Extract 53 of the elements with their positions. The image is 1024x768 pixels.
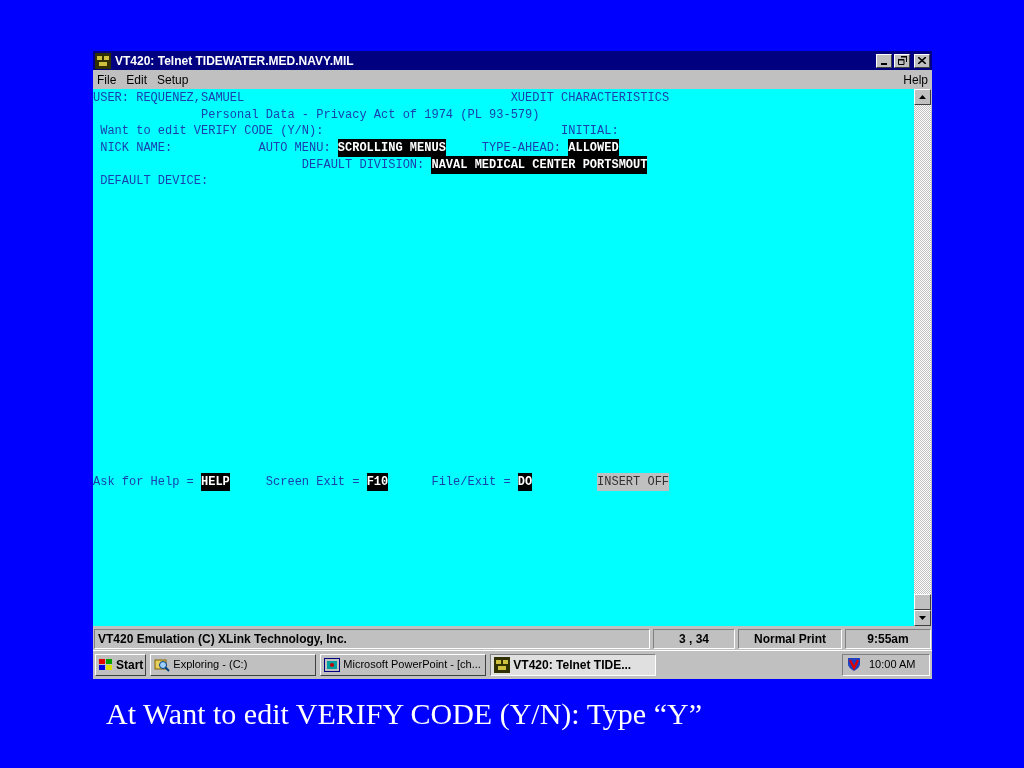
minimize-icon: [881, 62, 887, 65]
status-field: Normal Print: [738, 629, 842, 649]
menu-item[interactable]: Setup: [157, 70, 189, 89]
terminal-text: NICK NAME:: [100, 140, 173, 158]
status-field: VT420 Emulation (C) XLink Technology, Inc.: [94, 629, 650, 649]
terminal-text: File/Exit =: [431, 473, 511, 491]
terminal-text: INITIAL:: [561, 123, 619, 141]
terminal-text: Personal Data - Privacy Act of 1974 (PL 93-579): [201, 106, 540, 124]
clock: 10:00 AM: [869, 657, 916, 673]
scroll-thumb[interactable]: [914, 594, 931, 610]
terminal-text: HELP: [201, 472, 230, 491]
scroll-down-button[interactable]: [914, 610, 931, 626]
terminal-text: TYPE-AHEAD:: [481, 140, 562, 158]
restore-button[interactable]: [894, 53, 910, 68]
terminal-text: ALLOWED: [568, 139, 619, 158]
status-field: 9:55am: [845, 629, 931, 649]
terminal-text: USER: REQUENEZ,SAMUEL: [93, 90, 245, 108]
terminal-text: Want to edit VERIFY CODE (Y/N):: [100, 123, 324, 141]
terminal-text: DEFAULT DEVICE:: [100, 173, 209, 191]
terminal-text: XUEDIT CHARACTERISTICS: [510, 90, 670, 108]
start-button[interactable]: Start: [95, 653, 147, 676]
magnifier-folder-icon: [154, 656, 171, 673]
terminal-text: Ask for Help =: [93, 473, 194, 491]
close-button[interactable]: [914, 53, 930, 68]
presentation-icon: [324, 657, 341, 672]
status-field: 3 , 34: [653, 629, 735, 649]
taskbar-button[interactable]: VT420: Telnet TIDE...: [490, 653, 657, 676]
window-title: VT420: Telnet TIDEWATER.MED.NAVY.MIL: [115, 54, 354, 67]
down-arrow-icon: [919, 616, 926, 620]
terminal-app-icon: [95, 52, 111, 69]
terminal-text: DO: [517, 472, 533, 491]
taskbar-button[interactable]: Microsoft PowerPoint - [ch...: [320, 653, 487, 676]
menu-item[interactable]: File: [97, 70, 117, 89]
terminal-text: INSERT OFF: [597, 472, 670, 491]
up-arrow-icon: [919, 95, 926, 99]
taskbar-button[interactable]: Exploring - (C:): [150, 653, 317, 676]
shield-icon: [847, 657, 861, 672]
scroll-up-button[interactable]: [914, 89, 931, 105]
restore-icon: [897, 56, 907, 65]
menu-item[interactable]: Help: [903, 70, 928, 89]
minimize-button[interactable]: [876, 53, 892, 68]
terminal-text: Screen Exit =: [265, 473, 360, 491]
scrollbar[interactable]: [914, 89, 931, 626]
terminal-text: NAVAL MEDICAL CENTER PORTSMOUT: [431, 155, 648, 174]
windows-logo-icon: [98, 657, 114, 672]
close-icon: [918, 57, 926, 64]
terminal-text: DEFAULT DIVISION:: [301, 156, 425, 174]
slide-caption: At Want to edit VERIFY CODE (Y/N): Type “Y”: [106, 697, 702, 730]
menu-item[interactable]: Edit: [126, 70, 148, 89]
terminal-text: F10: [366, 472, 389, 491]
terminal-app-icon: [494, 656, 511, 673]
terminal-text: SCROLLING MENUS: [337, 139, 446, 158]
terminal-text: AUTO MENU:: [258, 140, 331, 158]
